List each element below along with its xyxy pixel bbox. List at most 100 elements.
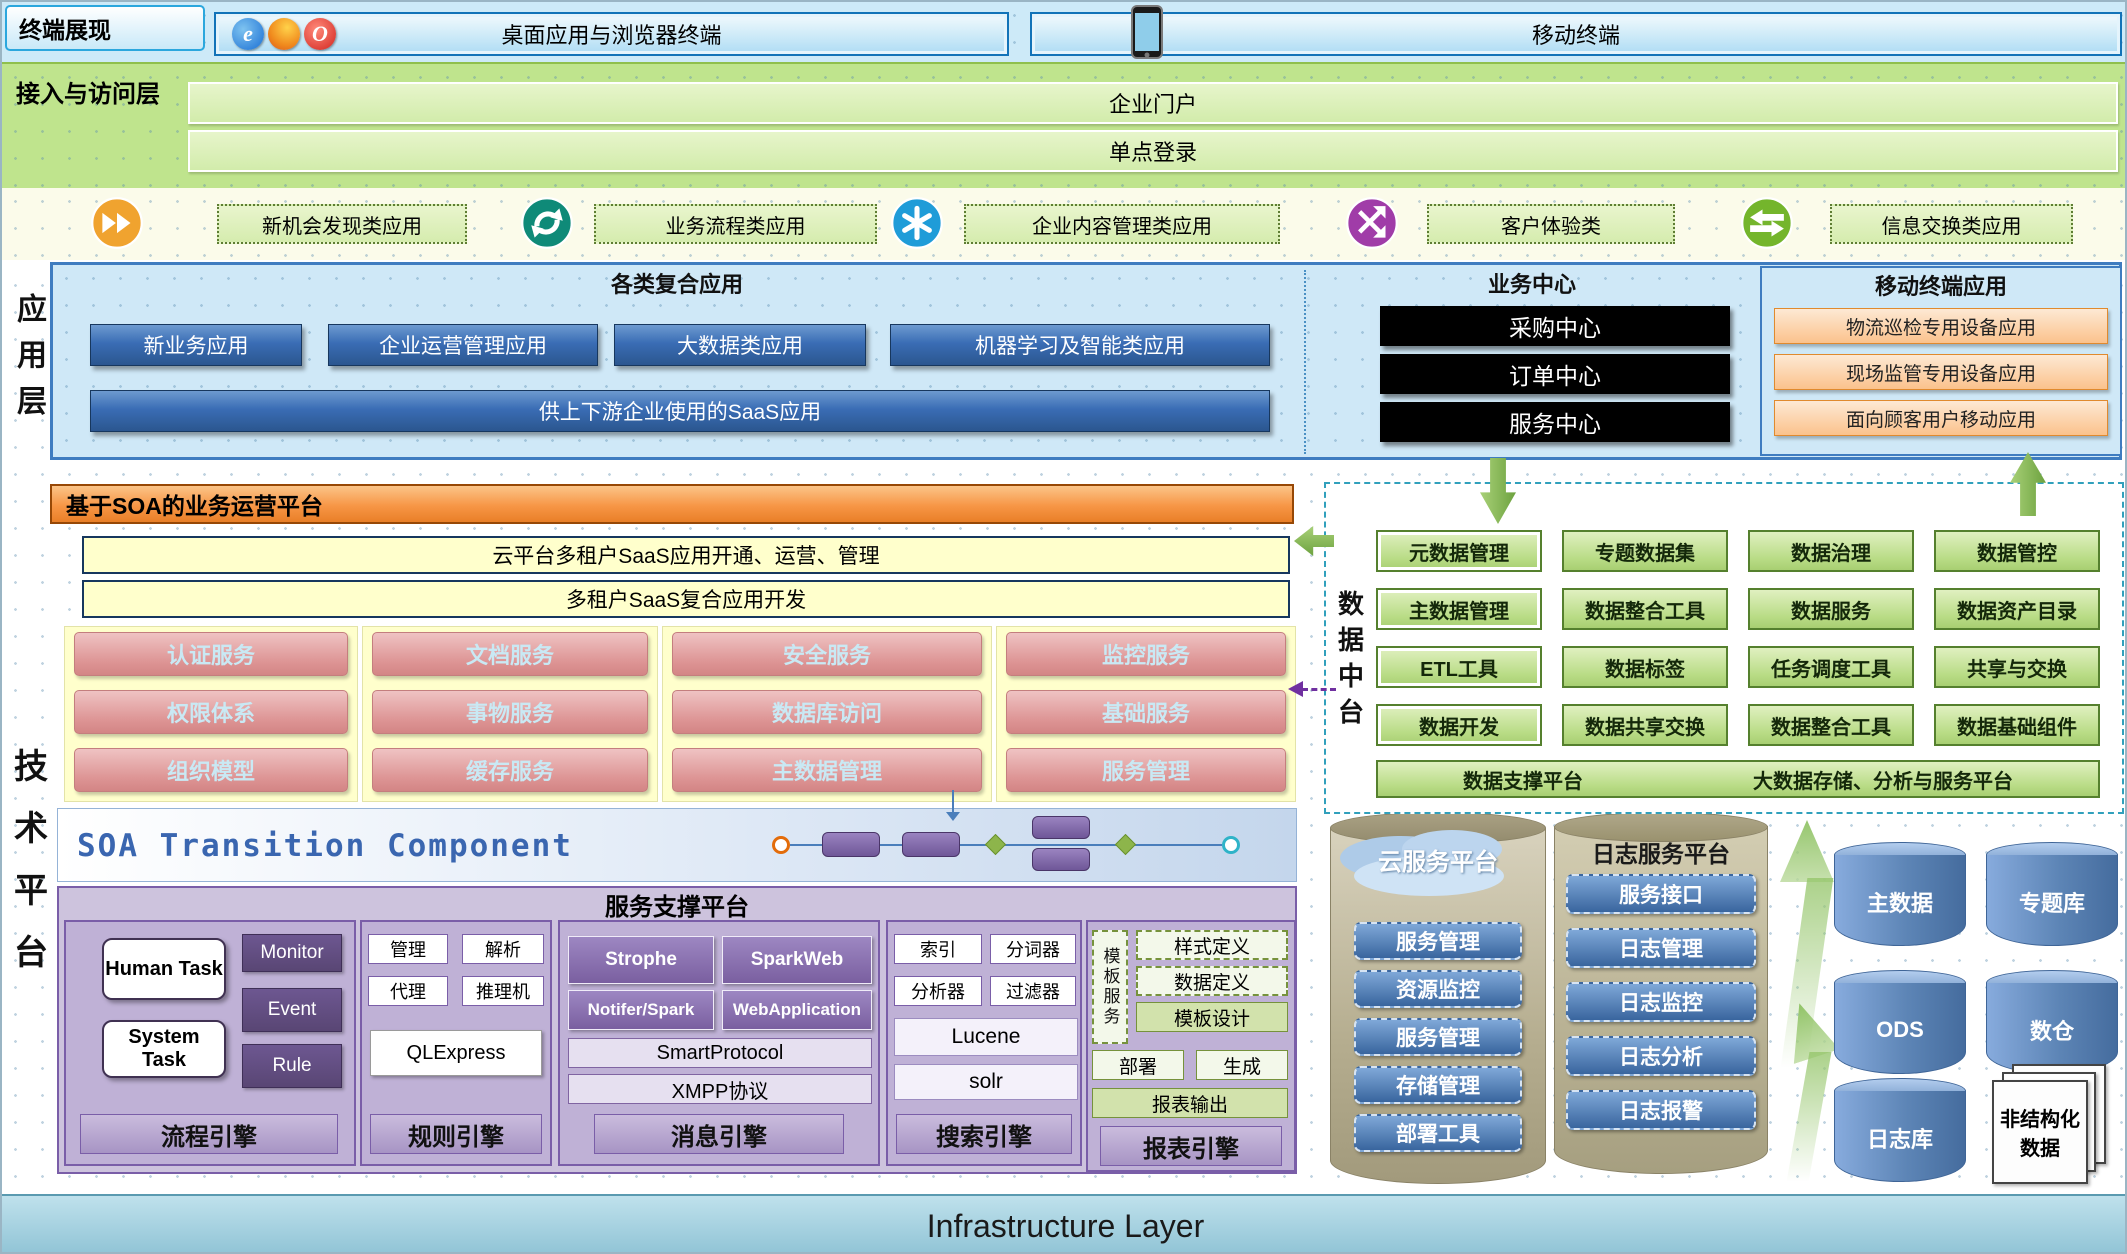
cache-service: 缓存服务 [372, 748, 648, 792]
template-design-box: 模板设计 [1136, 1002, 1288, 1032]
webapplication-box: WebApplication [722, 990, 872, 1030]
data-governance-box: 数据治理 [1748, 530, 1914, 572]
doc-service: 文档服务 [372, 632, 648, 676]
rule-mgmt-box: 管理 [368, 934, 448, 964]
procurement-center: 采购中心 [1380, 306, 1730, 346]
org-model-service: 组织模型 [74, 748, 348, 792]
business-center-title: 业务中心 [1312, 268, 1752, 298]
soa-platform-header: 基于SOA的业务运营平台 [50, 484, 1294, 524]
data-center-side-label: 数据中台 [1330, 574, 1370, 750]
log-analysis: 日志分析 [1566, 1036, 1756, 1076]
template-service-vertical: 模板服务 [1092, 930, 1128, 1044]
bigdata-platform-label: 大数据存储、分析与服务平台 [1753, 765, 2013, 794]
cloud-service-mgmt-1: 服务管理 [1354, 922, 1522, 960]
report-output-box: 报表输出 [1092, 1088, 1288, 1118]
lucene-box: Lucene [894, 1018, 1078, 1056]
log-service-interface: 服务接口 [1566, 874, 1756, 914]
analyzer-box: 分析器 [894, 976, 982, 1006]
category-label-opportunity: 新机会发现类应用 [217, 204, 467, 244]
basic-service: 基础服务 [1006, 690, 1286, 734]
smartphone-icon [1130, 4, 1164, 65]
unstructured-data-stack: 非结构化数据 [1992, 1064, 2112, 1186]
ie-icon: e [232, 18, 264, 50]
saas-ops-bar: 云平台多租户SaaS应用开通、运营、管理 [82, 536, 1290, 574]
auth-service: 认证服务 [74, 632, 348, 676]
bpmn-task-3 [1032, 816, 1090, 839]
customer-mobile-app: 面向顾客用户移动应用 [1774, 400, 2108, 436]
rule-parse-box: 解析 [462, 934, 544, 964]
cloud-storage-mgmt: 存储管理 [1354, 1066, 1522, 1104]
support-platform-title: 服务支撑平台 [57, 890, 1297, 918]
message-engine-label: 消息引擎 [594, 1114, 844, 1154]
bpmn-task-2 [902, 832, 960, 857]
transaction-service: 事物服务 [372, 690, 648, 734]
index-box: 索引 [894, 934, 982, 964]
infrastructure-label: Infrastructure Layer [927, 1208, 1204, 1245]
db-warehouse: 数仓 [1986, 970, 2118, 1074]
category-label-exchange: 信息交换类应用 [1830, 204, 2073, 244]
deploy-box: 部署 [1092, 1050, 1184, 1080]
access-layer-label: 接入与访问层 [16, 74, 160, 109]
rule-engine-label: 规则引擎 [370, 1114, 542, 1154]
bpmn-connector-up [952, 790, 954, 814]
cloud-platform-title: 云服务平台 [1338, 844, 1538, 874]
mdm-service: 主数据管理 [672, 748, 982, 792]
style-def-box: 样式定义 [1136, 930, 1288, 960]
category-label-content: 企业内容管理类应用 [964, 204, 1280, 244]
sso-label: 单点登录 [1109, 135, 1197, 167]
customer-experience-icon [1345, 196, 1399, 255]
cloud-deploy-tool: 部署工具 [1354, 1114, 1522, 1152]
event-box: Event [242, 988, 342, 1032]
dashed-link-arrowhead [1288, 681, 1303, 697]
terminal-tab-label: 终端展现 [19, 11, 111, 45]
filter-box: 过滤器 [990, 976, 1076, 1006]
db-topic-library: 专题库 [1986, 842, 2118, 946]
monitor-service: 监控服务 [1006, 632, 1286, 676]
system-task-box: System Task [102, 1020, 226, 1078]
security-service: 安全服务 [672, 632, 982, 676]
smartprotocol-box: SmartProtocol [568, 1038, 872, 1068]
opportunity-discovery-icon [90, 196, 144, 255]
share-exchange-box: 共享与交换 [1934, 646, 2100, 688]
solr-box: solr [894, 1064, 1078, 1100]
soa-transition-title: SOA Transition Component [77, 828, 573, 864]
log-alert: 日志报警 [1566, 1090, 1756, 1130]
composite-apps-title: 各类复合应用 [62, 268, 1292, 298]
human-task-box: Human Task [102, 938, 226, 1000]
rule-proxy-box: 代理 [368, 976, 448, 1006]
architecture-diagram: 终端展现 e O 桌面应用与浏览器终端 移动终端 接入与访问层 企业门户 单点登… [0, 0, 2127, 1254]
db-access-service: 数据库访问 [672, 690, 982, 734]
rule-box: Rule [242, 1044, 342, 1088]
saas-dev-bar: 多租户SaaS复合应用开发 [82, 580, 1290, 618]
enterprise-portal-label: 企业门户 [1109, 87, 1197, 119]
bigdata-app: 大数据类应用 [614, 324, 866, 366]
sparkweb-box: SparkWeb [722, 936, 872, 984]
bpmn-task-1 [822, 832, 880, 857]
new-business-app: 新业务应用 [90, 324, 302, 366]
desktop-terminal-label: 桌面应用与浏览器终端 [501, 18, 721, 50]
data-service-box: 数据服务 [1748, 588, 1914, 630]
field-supervision-app: 现场监管专用设备应用 [1774, 354, 2108, 390]
task-schedule-tool-box: 任务调度工具 [1748, 646, 1914, 688]
ml-ai-app: 机器学习及智能类应用 [890, 324, 1270, 366]
log-platform-title: 日志服务平台 [1562, 838, 1760, 866]
metadata-mgmt-box: 元数据管理 [1376, 530, 1542, 572]
cloud-service-mgmt-2: 服务管理 [1354, 1018, 1522, 1056]
bpmn-start-event [772, 836, 790, 854]
data-asset-catalog-box: 数据资产目录 [1934, 588, 2100, 630]
unstructured-data-label: 非结构化数据 [1992, 1080, 2088, 1184]
data-def-box: 数据定义 [1136, 966, 1288, 996]
bpmn-end-event [1222, 836, 1240, 854]
data-integration-tool-box: 数据整合工具 [1562, 588, 1728, 630]
report-engine-label: 报表引擎 [1100, 1126, 1282, 1166]
service-mgmt-service: 服务管理 [1006, 748, 1286, 792]
notifer-spark-box: Notifer/Spark [568, 990, 714, 1030]
data-integration-tool2-box: 数据整合工具 [1748, 704, 1914, 746]
data-share-exchange-box: 数据共享交换 [1562, 704, 1728, 746]
tokenizer-box: 分词器 [990, 934, 1076, 964]
data-support-platform-label: 数据支撑平台 [1463, 765, 1583, 794]
mobile-terminal-label: 移动终端 [1532, 18, 1620, 50]
bpmn-task-4 [1032, 848, 1090, 871]
browser-icons: e O [232, 18, 340, 50]
process-engine-label: 流程引擎 [80, 1114, 338, 1154]
